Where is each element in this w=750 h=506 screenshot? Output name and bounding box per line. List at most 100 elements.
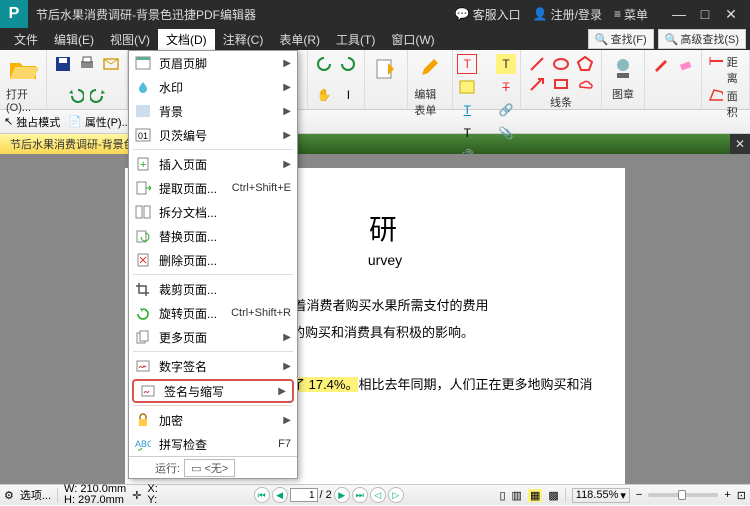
document-tab[interactable]: 节后水果消费调研-背景色 bbox=[0, 134, 146, 154]
hand-tool-button[interactable]: ✋ bbox=[314, 85, 334, 105]
status-bar: ⚙ 选项... W: 210.0mm H: 297.0mm ✛ X: Y: ⏮ … bbox=[0, 484, 750, 505]
menu-item-digisign[interactable]: 数字签名▶ bbox=[129, 354, 297, 378]
menu-item-rotate[interactable]: 旋转页面...Ctrl+Shift+R bbox=[129, 301, 297, 325]
open-button[interactable]: 打开(O)... bbox=[6, 54, 40, 114]
menu-item-replace[interactable]: 替换页面... bbox=[129, 224, 297, 248]
rect-button[interactable] bbox=[551, 74, 571, 94]
highlight-button[interactable]: T bbox=[496, 54, 516, 74]
edit-text-button[interactable] bbox=[371, 54, 401, 84]
menu-item-crop[interactable]: 裁剪页面... bbox=[129, 277, 297, 301]
workspace: 研 urvey 落了 48.9%。这意味着消费者购买水果所需支付的费用鼓励消费者… bbox=[0, 154, 750, 484]
search-icon: 🔍 bbox=[665, 33, 679, 46]
note-button[interactable] bbox=[457, 77, 477, 97]
user-icon: 👤 bbox=[533, 7, 548, 21]
print-button[interactable] bbox=[77, 54, 97, 74]
minimize-button[interactable]: — bbox=[666, 4, 692, 24]
eraser-button[interactable] bbox=[675, 54, 695, 74]
menu-document[interactable]: 文档(D) bbox=[158, 29, 215, 50]
service-link[interactable]: 💬客服入口 bbox=[455, 6, 521, 23]
insert-text-button[interactable]: T bbox=[457, 123, 477, 143]
page-number-input[interactable] bbox=[290, 488, 318, 502]
run-target-select[interactable]: ▭ <无> bbox=[184, 459, 235, 477]
area-button[interactable]: 面积 bbox=[708, 88, 743, 120]
first-page-button[interactable]: ⏮ bbox=[254, 487, 270, 503]
maximize-button[interactable]: □ bbox=[692, 4, 718, 24]
cloud-button[interactable] bbox=[575, 74, 595, 94]
oval-button[interactable] bbox=[551, 54, 571, 74]
mail-button[interactable] bbox=[101, 54, 121, 74]
advanced-find-button[interactable]: 🔍高级查找(S) bbox=[658, 29, 746, 49]
layout-facing-button[interactable]: ▦ bbox=[528, 489, 542, 502]
stamp-button[interactable]: 图章 bbox=[608, 54, 638, 102]
zoom-out-button[interactable]: − bbox=[636, 489, 642, 501]
options-gear-icon[interactable]: ⚙ bbox=[4, 489, 14, 502]
line-button[interactable] bbox=[527, 54, 547, 74]
menu-item-water[interactable]: 水印▶ bbox=[129, 75, 297, 99]
layout-continuous-button[interactable]: ▥ bbox=[512, 489, 522, 502]
pencil-draw-button[interactable] bbox=[651, 54, 671, 74]
menu-file[interactable]: 文件 bbox=[6, 29, 46, 50]
menu-form[interactable]: 表单(R) bbox=[271, 29, 328, 50]
edit-text-icon bbox=[371, 54, 401, 84]
solo-mode-button[interactable]: ↖独占模式 bbox=[4, 114, 60, 130]
menu-item-split[interactable]: 拆分文档... bbox=[129, 200, 297, 224]
menu-item-bg[interactable]: 背景 ▶ bbox=[129, 99, 297, 123]
cursor-y-label: Y: bbox=[147, 495, 157, 506]
menu-item-encrypt[interactable]: 加密▶ bbox=[129, 408, 297, 432]
menu-view[interactable]: 视图(V) bbox=[102, 29, 158, 50]
layout-book-button[interactable]: ▩ bbox=[548, 489, 558, 502]
distance-button[interactable]: 距离 面积 bbox=[708, 54, 743, 120]
menu-window[interactable]: 窗口(W) bbox=[383, 29, 442, 50]
menu-item-delete[interactable]: 删除页面... bbox=[129, 248, 297, 272]
chevron-right-icon: ▶ bbox=[283, 106, 291, 117]
title-bar: P 节后水果消费调研-背景色迅捷PDF编辑器 💬客服入口 👤注册/登录 ≡菜单 … bbox=[0, 0, 750, 28]
rotate-right-button[interactable] bbox=[338, 54, 358, 74]
undo-button[interactable] bbox=[65, 85, 85, 105]
attach-button[interactable]: 📎 bbox=[496, 123, 516, 143]
select-tool-button[interactable]: I bbox=[338, 85, 358, 105]
properties-button[interactable]: 📄属性(P)... bbox=[68, 114, 131, 130]
rotate-left-button[interactable] bbox=[314, 54, 334, 74]
prev-page-button[interactable]: ◀ bbox=[272, 487, 288, 503]
menu-item-extract[interactable]: 提取页面...Ctrl+Shift+E bbox=[129, 176, 297, 200]
chevron-right-icon: ▶ bbox=[283, 415, 291, 426]
fit-page-button[interactable]: ⊡ bbox=[737, 489, 746, 502]
menu-item-bates[interactable]: 01贝茨编号▶ bbox=[129, 123, 297, 147]
underline-button[interactable]: T bbox=[457, 100, 477, 120]
zoom-slider[interactable] bbox=[648, 493, 718, 497]
hamburger-icon: ≡ bbox=[614, 7, 621, 21]
main-menu-link[interactable]: ≡菜单 bbox=[614, 6, 648, 23]
menu-item-spell[interactable]: ABC拼写检查F7 bbox=[129, 432, 297, 456]
next-page-button[interactable]: ▶ bbox=[334, 487, 350, 503]
distance-icon bbox=[708, 54, 723, 68]
login-link[interactable]: 👤注册/登录 bbox=[533, 6, 602, 23]
save-button[interactable] bbox=[53, 54, 73, 74]
zoom-in-button[interactable]: + bbox=[724, 489, 730, 501]
menu-item-sign[interactable]: 签名与缩写▶ bbox=[132, 379, 294, 403]
nav-fwd-button[interactable]: ▷ bbox=[388, 487, 404, 503]
sign-icon bbox=[138, 382, 158, 400]
options-link[interactable]: 选项... bbox=[20, 487, 51, 503]
menu-comment[interactable]: 注释(C) bbox=[215, 29, 272, 50]
arrow-button[interactable] bbox=[527, 74, 547, 94]
find-button[interactable]: 🔍查找(F) bbox=[588, 29, 654, 49]
nav-back-button[interactable]: ◁ bbox=[370, 487, 386, 503]
polygon-button[interactable] bbox=[575, 54, 595, 74]
menu-item-label: 背景 bbox=[159, 103, 183, 120]
menu-item-insert[interactable]: +插入页面▶ bbox=[129, 152, 297, 176]
link-button[interactable]: 🔗 bbox=[496, 100, 516, 120]
edit-form-button[interactable]: 编辑表单 bbox=[414, 54, 446, 118]
close-button[interactable]: ✕ bbox=[718, 4, 744, 24]
menu-item-header[interactable]: 页眉页脚▶ bbox=[129, 51, 297, 75]
last-page-button[interactable]: ⏭ bbox=[352, 487, 368, 503]
text-box-button[interactable]: T bbox=[457, 54, 477, 74]
menu-item-more[interactable]: 更多页面▶ bbox=[129, 325, 297, 349]
tab-close-button[interactable]: ✕ bbox=[730, 134, 750, 154]
zoom-dropdown[interactable]: 118.55%▾ bbox=[572, 488, 630, 503]
layout-single-button[interactable]: ▯ bbox=[499, 489, 505, 502]
rotate-icon bbox=[133, 304, 153, 322]
strikeout-button[interactable]: T bbox=[496, 77, 516, 97]
menu-tools[interactable]: 工具(T) bbox=[328, 29, 383, 50]
redo-button[interactable] bbox=[89, 85, 109, 105]
menu-edit[interactable]: 编辑(E) bbox=[46, 29, 102, 50]
